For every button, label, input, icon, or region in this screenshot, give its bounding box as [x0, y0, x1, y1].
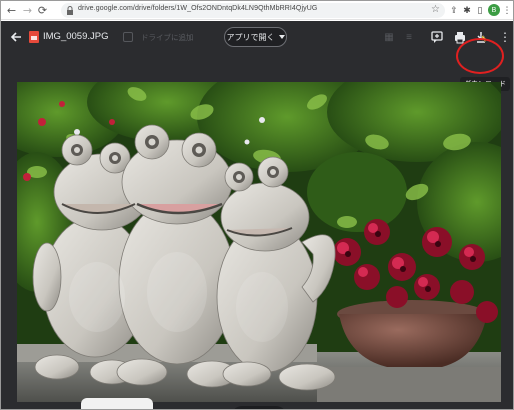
- reload-icon[interactable]: ⟳: [36, 4, 49, 17]
- sidebar-icon[interactable]: ▯: [474, 4, 486, 16]
- bottom-white-shape: [81, 398, 153, 409]
- bookmark-star-icon[interactable]: ☆: [431, 4, 440, 15]
- profile-avatar[interactable]: B: [488, 4, 500, 16]
- add-comment-icon[interactable]: [429, 29, 445, 45]
- chevron-down-icon: [278, 35, 285, 39]
- url-text: drive.google.com/drive/folders/1W_Ofs2ON…: [78, 5, 318, 12]
- file-viewer: IMG_0059.JPG ドライブに追加 アプリで開く ▦ ≡ ⋮: [1, 21, 513, 409]
- extensions-icon[interactable]: ✱: [461, 4, 473, 16]
- forward-nav-icon[interactable]: →: [21, 4, 34, 17]
- image-file-icon: [29, 31, 39, 43]
- open-with-label: アプリで開く: [226, 32, 275, 42]
- browser-menu-icon[interactable]: ⋮: [501, 4, 513, 16]
- faded-grid-icon: ▦: [384, 31, 394, 43]
- share-icon[interactable]: ⇪: [448, 4, 460, 16]
- faded-list-icon: ≡: [406, 31, 412, 43]
- viewer-toolbar: IMG_0059.JPG ドライブに追加 アプリで開く ▦ ≡ ⋮: [1, 21, 513, 55]
- open-with-button[interactable]: アプリで開く: [224, 27, 287, 47]
- close-viewer-arrow-icon[interactable]: [9, 30, 23, 44]
- download-highlight-circle: [456, 38, 504, 74]
- back-nav-icon[interactable]: ←: [5, 4, 18, 17]
- faded-title: ドライブに追加: [141, 33, 194, 42]
- lock-icon: [67, 6, 73, 15]
- browser-toolbar: ← → ⟳ drive.google.com/drive/folders/1W_…: [1, 1, 513, 20]
- frog-statues-photo: [17, 82, 501, 402]
- more-vert-icon[interactable]: ⋮: [497, 29, 513, 45]
- zoom-controls: − +: [231, 406, 287, 409]
- file-name: IMG_0059.JPG: [43, 31, 109, 42]
- screenshot-frame: ← → ⟳ drive.google.com/drive/folders/1W_…: [0, 0, 514, 410]
- address-bar[interactable]: drive.google.com/drive/folders/1W_Ofs2ON…: [61, 3, 445, 18]
- photo-preview: [17, 82, 501, 402]
- faded-drive-icon: [123, 32, 133, 42]
